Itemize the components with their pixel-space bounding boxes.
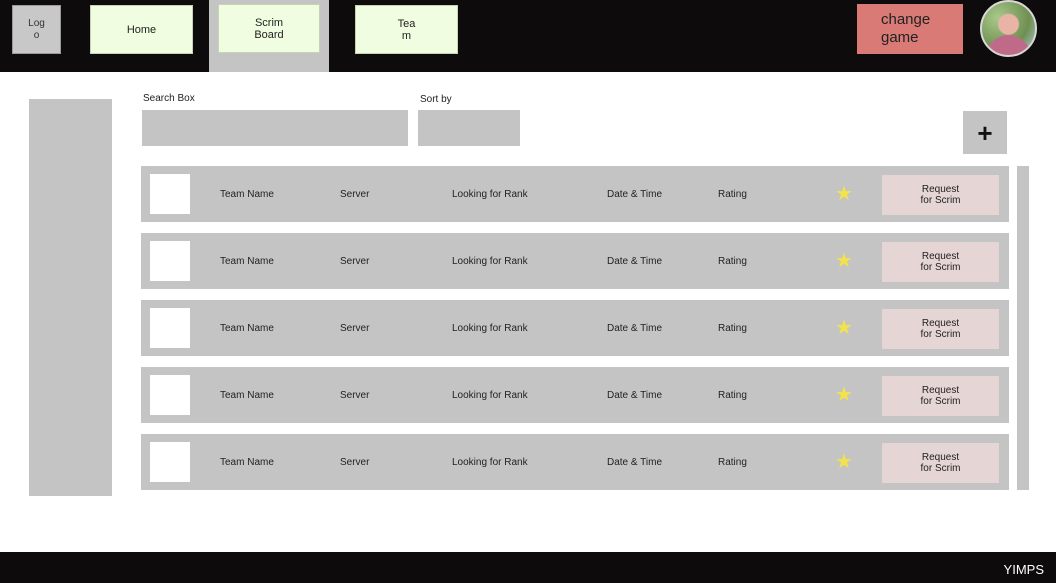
request-scrim-label: Request for Scrim xyxy=(920,452,961,474)
looking-for-rank-cell: Looking for Rank xyxy=(452,389,528,401)
logo[interactable]: Logo xyxy=(12,5,61,54)
team-thumbnail xyxy=(150,308,190,348)
footer: YIMPS xyxy=(0,552,1056,583)
search-input[interactable] xyxy=(142,110,408,146)
nav-home-label: Home xyxy=(126,23,157,36)
team-thumbnail xyxy=(150,241,190,281)
team-name-cell: Team Name xyxy=(220,456,274,468)
scrollbar[interactable] xyxy=(1017,166,1029,490)
team-thumbnail xyxy=(150,375,190,415)
sort-by-label: Sort by xyxy=(420,94,452,105)
sidebar-panel xyxy=(29,99,112,496)
star-icon[interactable]: ★ xyxy=(834,385,854,405)
change-game-label: change game xyxy=(881,11,931,46)
plus-icon: + xyxy=(977,117,993,148)
sort-by-dropdown[interactable] xyxy=(418,110,520,146)
request-scrim-label: Request for Scrim xyxy=(920,385,961,407)
date-time-cell: Date & Time xyxy=(607,322,663,334)
date-time-cell: Date & Time xyxy=(607,389,663,401)
request-scrim-button[interactable]: Request for Scrim xyxy=(882,242,999,282)
request-scrim-button[interactable]: Request for Scrim xyxy=(882,376,999,416)
nav-scrim-board-tab[interactable]: Scrim Board xyxy=(209,0,329,72)
table-row[interactable]: Team Name Server Looking for Rank Date & Ti… xyxy=(141,367,1009,423)
star-icon[interactable]: ★ xyxy=(834,452,854,472)
table-row[interactable]: Team Name Server Looking for Rank Date & Ti… xyxy=(141,434,1009,490)
star-icon[interactable]: ★ xyxy=(834,318,854,338)
request-scrim-button[interactable]: Request for Scrim xyxy=(882,309,999,349)
team-thumbnail xyxy=(150,174,190,214)
date-time-cell: Date & Time xyxy=(607,456,663,468)
server-cell: Server xyxy=(340,389,370,401)
change-game-button[interactable]: change game xyxy=(857,4,963,54)
looking-for-rank-cell: Looking for Rank xyxy=(452,456,528,468)
team-thumbnail xyxy=(150,442,190,482)
team-name-cell: Team Name xyxy=(220,322,274,334)
looking-for-rank-cell: Looking for Rank xyxy=(452,188,528,200)
add-scrim-button[interactable]: + xyxy=(963,111,1007,154)
table-row[interactable]: Team Name Server Looking for Rank Date & Ti… xyxy=(141,166,1009,222)
rating-cell: Rating xyxy=(718,322,747,334)
rating-cell: Rating xyxy=(718,389,747,401)
request-scrim-label: Request for Scrim xyxy=(920,318,961,340)
nav-team-label: Team xyxy=(397,17,416,42)
rating-cell: Rating xyxy=(718,255,747,267)
server-cell: Server xyxy=(340,188,370,200)
date-time-cell: Date & Time xyxy=(607,188,663,200)
rating-cell: Rating xyxy=(718,188,747,200)
search-box-label: Search Box xyxy=(143,93,195,104)
logo-label: Logo xyxy=(28,17,45,41)
nav-scrim-board-label: Scrim Board xyxy=(254,16,284,41)
server-cell: Server xyxy=(340,456,370,468)
table-row[interactable]: Team Name Server Looking for Rank Date & Ti… xyxy=(141,300,1009,356)
nav-home-button[interactable]: Home xyxy=(90,5,193,54)
request-scrim-label: Request for Scrim xyxy=(920,251,961,273)
request-scrim-button[interactable]: Request for Scrim xyxy=(882,175,999,215)
rating-cell: Rating xyxy=(718,456,747,468)
star-icon[interactable]: ★ xyxy=(834,184,854,204)
team-name-cell: Team Name xyxy=(220,188,274,200)
looking-for-rank-cell: Looking for Rank xyxy=(452,255,528,267)
looking-for-rank-cell: Looking for Rank xyxy=(452,322,528,334)
date-time-cell: Date & Time xyxy=(607,255,663,267)
nav-team-button[interactable]: Team xyxy=(355,5,458,54)
request-scrim-button[interactable]: Request for Scrim xyxy=(882,443,999,483)
server-cell: Server xyxy=(340,255,370,267)
table-row[interactable]: Team Name Server Looking for Rank Date & Ti… xyxy=(141,233,1009,289)
top-nav-bar: Logo Home Scrim Board Team change game xyxy=(0,0,1056,72)
footer-brand: YIMPS xyxy=(1003,562,1044,577)
star-icon[interactable]: ★ xyxy=(834,251,854,271)
team-name-cell: Team Name xyxy=(220,255,274,267)
avatar[interactable] xyxy=(980,0,1037,57)
team-name-cell: Team Name xyxy=(220,389,274,401)
server-cell: Server xyxy=(340,322,370,334)
request-scrim-label: Request for Scrim xyxy=(920,184,961,206)
